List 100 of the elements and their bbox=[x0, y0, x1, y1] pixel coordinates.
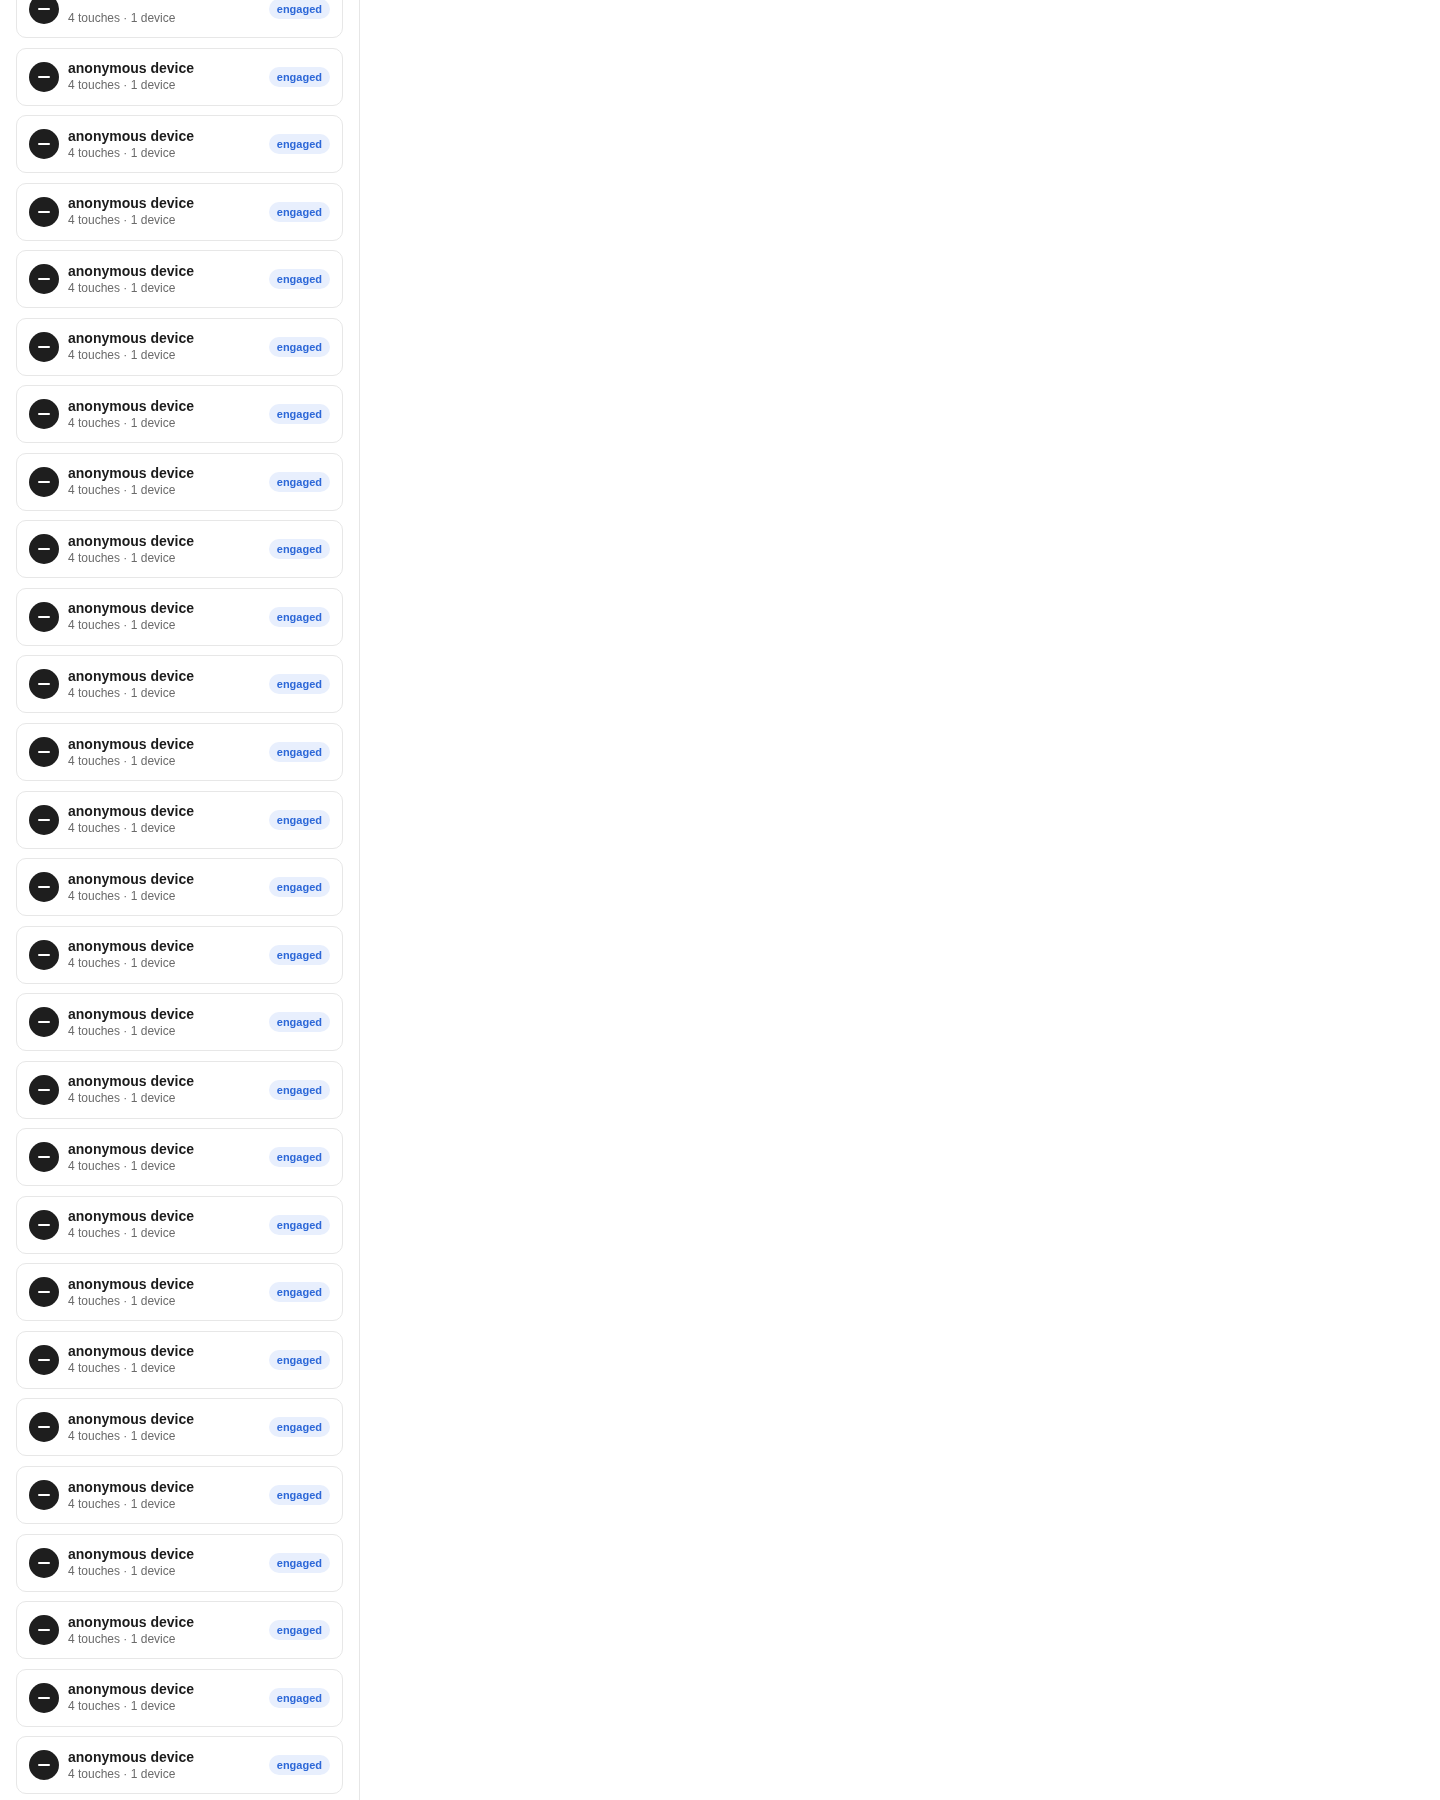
status-badge: engaged bbox=[268, 1147, 330, 1168]
device-stats: 4 touches · 1 device bbox=[68, 144, 177, 161]
device-stats: 4 touches · 1 device bbox=[68, 752, 177, 769]
device-card[interactable]: anonymous device 4 touches · 1 device engaged bbox=[16, 790, 343, 849]
device-card[interactable]: anonymous device 4 touches · 1 device engaged bbox=[16, 1195, 343, 1254]
device-name: anonymous device bbox=[68, 600, 196, 618]
minus-circle-icon bbox=[29, 331, 59, 362]
device-card[interactable]: anonymous device 4 touches · 1 device engaged bbox=[16, 1668, 343, 1727]
minus-circle-icon bbox=[29, 129, 59, 160]
status-badge: engaged bbox=[268, 1214, 330, 1235]
device-stats: 4 touches · 1 device bbox=[68, 1157, 177, 1174]
device-card[interactable]: anonymous device 4 touches · 1 device engaged bbox=[16, 1533, 343, 1592]
minus-circle-icon bbox=[29, 601, 59, 632]
minus-circle-icon bbox=[29, 1750, 59, 1781]
status-badge: engaged bbox=[268, 269, 330, 290]
device-stats: 4 touches · 1 device bbox=[68, 1022, 177, 1039]
device-card[interactable]: anonymous device 4 touches · 1 device engaged bbox=[16, 858, 343, 917]
minus-circle-icon bbox=[29, 264, 59, 295]
status-badge: engaged bbox=[268, 1079, 330, 1100]
device-stats: 4 touches · 1 device bbox=[68, 347, 177, 364]
device-stats: 4 touches · 1 device bbox=[68, 279, 177, 296]
device-name: anonymous device bbox=[68, 667, 196, 685]
device-card[interactable]: anonymous device 4 touches · 1 device engaged bbox=[16, 993, 343, 1052]
device-name: anonymous device bbox=[68, 60, 196, 78]
status-badge: engaged bbox=[268, 1687, 330, 1708]
status-badge: engaged bbox=[268, 809, 330, 830]
device-name: anonymous device bbox=[68, 938, 196, 956]
device-card[interactable]: anonymous device 4 touches · 1 device engaged bbox=[16, 317, 343, 376]
device-stats: 4 touches · 1 device bbox=[68, 482, 177, 499]
status-badge: engaged bbox=[268, 1417, 330, 1438]
status-badge: engaged bbox=[268, 1552, 330, 1573]
device-card[interactable]: anonymous device 4 touches · 1 device engaged bbox=[16, 385, 343, 444]
device-stats: 4 touches · 1 device bbox=[68, 887, 177, 904]
device-name: anonymous device bbox=[68, 1140, 196, 1158]
device-stats: 4 touches · 1 device bbox=[68, 212, 177, 229]
minus-circle-icon bbox=[29, 669, 59, 700]
status-badge: engaged bbox=[268, 539, 330, 560]
device-stats: 4 touches · 1 device bbox=[68, 77, 177, 94]
device-card[interactable]: anonymous device 4 touches · 1 device engaged bbox=[16, 1060, 343, 1119]
device-name: anonymous device bbox=[68, 1411, 196, 1428]
device-stats: 4 touches · 1 device bbox=[68, 549, 177, 566]
device-card[interactable]: anonymous device 4 touches · 1 device engaged bbox=[16, 1466, 343, 1525]
status-badge: engaged bbox=[268, 674, 330, 695]
minus-circle-icon bbox=[29, 737, 59, 767]
device-stats: 4 touches · 1 device bbox=[68, 1428, 177, 1444]
device-stats: 4 touches · 1 device bbox=[68, 1630, 177, 1647]
status-badge: engaged bbox=[268, 1620, 330, 1641]
device-card[interactable]: anonymous device 4 touches · 1 device engaged bbox=[16, 925, 343, 984]
device-stats: 4 touches · 1 device bbox=[68, 684, 177, 701]
device-card[interactable]: anonymous device 4 touches · 1 device engaged bbox=[16, 1263, 343, 1322]
minus-circle-icon bbox=[29, 399, 59, 430]
device-card[interactable]: anonymous device 4 touches · 1 device engaged bbox=[16, 1330, 343, 1389]
status-badge: engaged bbox=[268, 944, 330, 965]
device-stats: 4 touches · 1 device bbox=[68, 1698, 177, 1715]
minus-circle-icon bbox=[29, 534, 59, 565]
device-name: anonymous device bbox=[68, 1343, 196, 1361]
minus-circle-icon bbox=[29, 196, 59, 227]
minus-circle-icon bbox=[29, 1412, 59, 1443]
device-card[interactable]: anonymous device 4 touches · 1 device engaged bbox=[16, 115, 343, 174]
status-badge: engaged bbox=[268, 606, 330, 627]
device-name: anonymous device bbox=[68, 127, 196, 145]
minus-circle-icon bbox=[29, 61, 59, 92]
device-card[interactable]: anonymous device 4 touches · 1 device engaged bbox=[16, 520, 343, 579]
status-badge: engaged bbox=[268, 1012, 330, 1033]
device-card[interactable]: anonymous device 4 touches · 1 device engaged bbox=[16, 655, 343, 714]
device-name: anonymous device bbox=[68, 1208, 196, 1226]
device-stats: 4 touches · 1 device bbox=[68, 820, 177, 837]
minus-circle-icon bbox=[29, 804, 59, 835]
device-stats: 4 touches · 1 device bbox=[68, 9, 177, 26]
status-badge: engaged bbox=[268, 1755, 330, 1776]
device-stats: 4 touches · 1 device bbox=[68, 1292, 177, 1309]
minus-circle-icon bbox=[29, 1344, 59, 1375]
status-badge: engaged bbox=[268, 471, 330, 492]
device-stats: 4 touches · 1 device bbox=[68, 414, 177, 431]
device-card[interactable]: anonymous device 4 touches · 1 device engaged bbox=[16, 47, 343, 106]
device-name: anonymous device bbox=[68, 1005, 196, 1023]
device-stats: 4 touches · 1 device bbox=[68, 1090, 177, 1107]
minus-circle-icon bbox=[29, 1615, 59, 1646]
status-badge: engaged bbox=[268, 1485, 330, 1506]
device-stats: 4 touches · 1 device bbox=[68, 1495, 177, 1512]
device-name: anonymous device bbox=[68, 870, 196, 888]
minus-circle-icon bbox=[29, 1007, 59, 1038]
device-card[interactable]: anonymous device 4 touches · 1 device engaged bbox=[16, 1601, 343, 1660]
minus-circle-icon bbox=[29, 1209, 59, 1240]
device-card[interactable]: anonymous device 4 touches · 1 device engaged bbox=[16, 587, 343, 646]
minus-circle-icon bbox=[29, 939, 59, 970]
device-name: anonymous device bbox=[68, 262, 196, 280]
device-stats: 4 touches · 1 device bbox=[68, 1360, 177, 1377]
device-name: anonymous device bbox=[68, 735, 196, 753]
device-card[interactable]: anonymous device 4 touches · 1 device engaged bbox=[16, 723, 343, 781]
device-card[interactable]: anonymous device 4 touches · 1 device engaged bbox=[16, 250, 343, 309]
device-card[interactable]: anonymous device 4 touches · 1 device engaged bbox=[16, 1398, 343, 1457]
device-card[interactable]: anonymous device 4 touches · 1 device engaged bbox=[16, 182, 343, 241]
minus-circle-icon bbox=[29, 1547, 59, 1578]
device-card[interactable]: anonymous device 4 touches · 1 device engaged bbox=[16, 1736, 343, 1795]
device-name: anonymous device bbox=[68, 465, 196, 483]
device-card[interactable]: anonymous device 4 touches · 1 device engaged bbox=[16, 452, 343, 511]
minus-circle-icon bbox=[29, 1480, 59, 1511]
device-card[interactable]: anonymous device 4 touches · 1 device engaged bbox=[16, 1128, 343, 1187]
device-card[interactable]: 4 touches · 1 device engaged bbox=[16, 0, 343, 38]
